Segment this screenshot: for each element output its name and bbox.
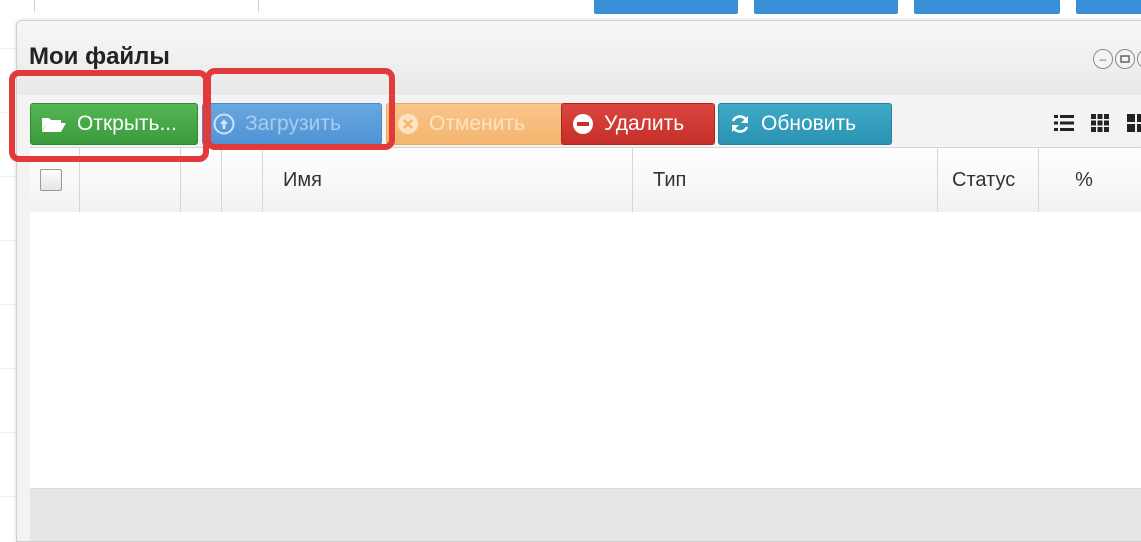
refresh-button[interactable]: Обновить [718, 103, 892, 145]
delete-button[interactable]: Удалить [561, 103, 715, 145]
maximize-button[interactable] [1115, 49, 1135, 69]
file-list-area[interactable] [30, 212, 1141, 488]
window-title: Мои файлы [29, 43, 170, 70]
minus-circle-icon [572, 113, 594, 135]
refresh-icon [729, 113, 751, 135]
list-view-button[interactable] [1051, 109, 1077, 137]
file-manager-window: Мои файлы – ✕ Открыть... [16, 20, 1141, 542]
open-button[interactable]: Открыть... [30, 103, 198, 145]
column-header-type[interactable]: Тип [633, 148, 938, 212]
minimize-icon: – [1099, 52, 1107, 66]
upload-button[interactable]: Загрузить [202, 103, 382, 145]
column-icon [181, 148, 222, 212]
file-grid-header: Имя Тип Статус % [30, 147, 1141, 213]
delete-button-label: Удалить [604, 112, 685, 135]
window-controls: – ✕ [1093, 49, 1141, 69]
select-all-column [30, 148, 80, 212]
minimize-button[interactable]: – [1093, 49, 1113, 69]
tiles-view-icon [1127, 114, 1141, 132]
grid-view-button[interactable] [1087, 109, 1113, 137]
cancel-circle-icon [397, 113, 419, 135]
open-button-label: Открыть... [77, 112, 177, 135]
close-button[interactable]: ✕ [1137, 49, 1141, 69]
tiles-view-button[interactable] [1123, 109, 1141, 137]
column-header-percent[interactable]: % [1039, 148, 1129, 212]
cancel-button-label: Отменить [429, 112, 525, 135]
folder-open-icon [41, 115, 67, 133]
select-all-checkbox[interactable] [40, 169, 62, 191]
grid-view-icon [1091, 114, 1109, 132]
refresh-button-label: Обновить [761, 112, 857, 135]
list-view-icon [1054, 115, 1074, 131]
window-footer [30, 488, 1141, 541]
maximize-icon [1120, 55, 1130, 63]
column-header-name-label: Имя [283, 168, 322, 191]
view-mode-switcher [1051, 109, 1141, 137]
cancel-button[interactable]: Отменить [386, 103, 569, 145]
upload-button-label: Загрузить [245, 112, 341, 135]
window-titlebar[interactable]: Мои файлы – ✕ [17, 21, 1141, 95]
toolbar: Открыть... Загрузить Отменить Удалить Об… [30, 103, 1141, 145]
column-header-percent-label: % [1075, 168, 1093, 191]
column-header-name[interactable]: Имя [263, 148, 633, 212]
column-extra [222, 148, 263, 212]
column-header-status-label: Статус [952, 168, 1016, 191]
column-header-type-label: Тип [653, 168, 687, 191]
upload-circle-icon [213, 113, 235, 135]
column-header-status[interactable]: Статус [938, 148, 1039, 212]
column-thumbnail [80, 148, 181, 212]
